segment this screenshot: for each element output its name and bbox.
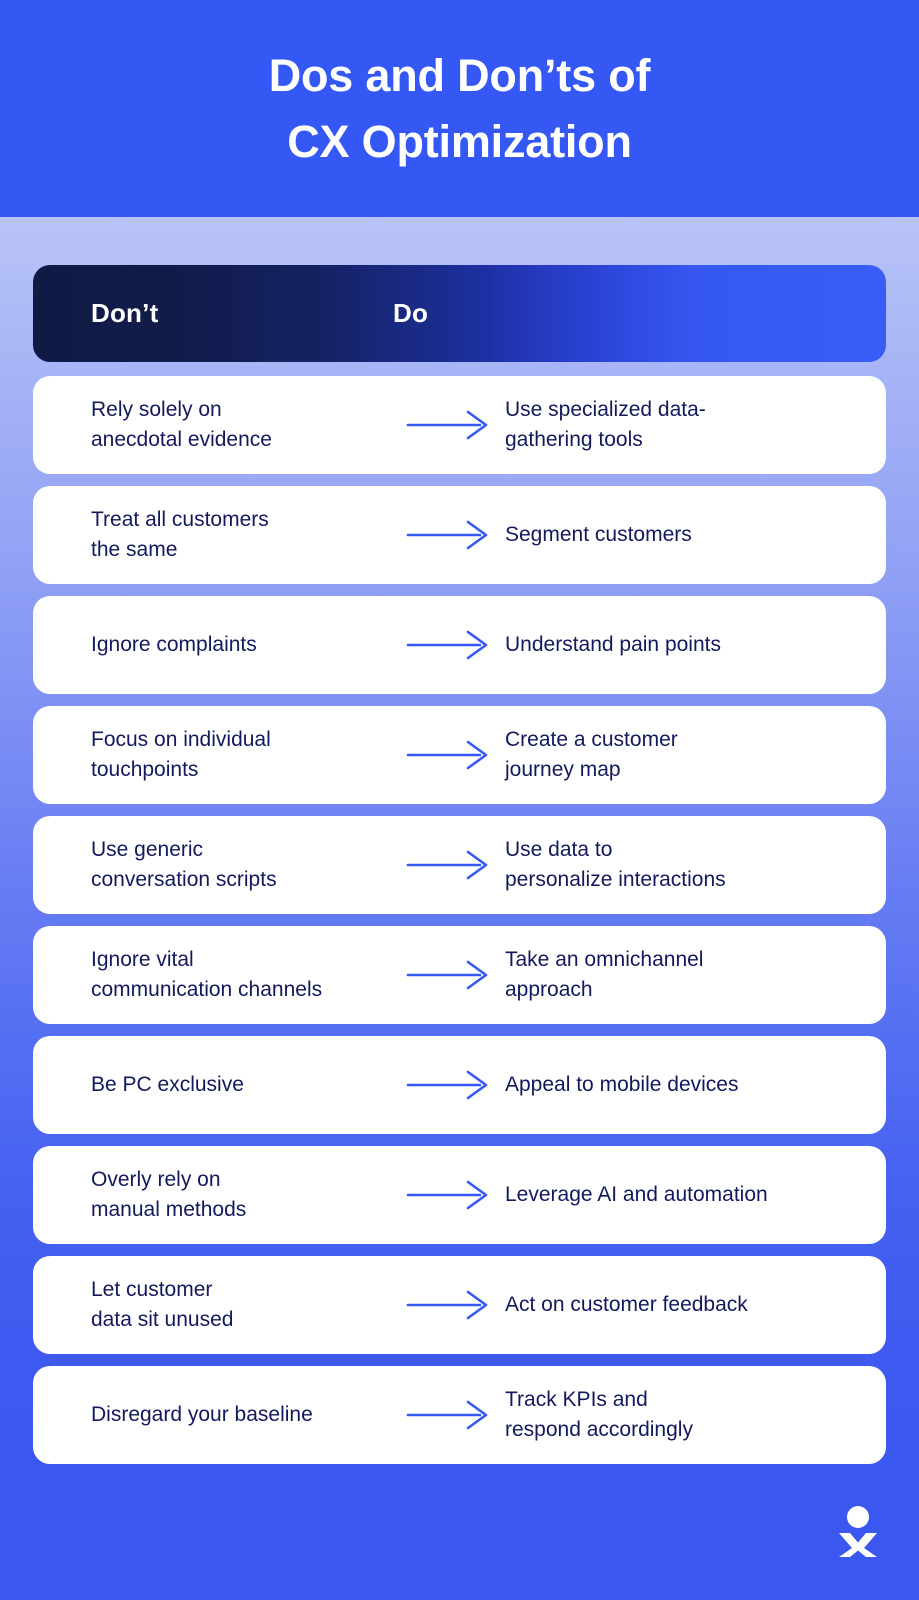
cell-do: Track KPIs and respond accordingly [505, 1387, 693, 1441]
cell-do: Act on customer feedback [505, 1292, 748, 1316]
cell-dont: Overly rely on manual methods [91, 1167, 247, 1221]
arrow-right-icon [393, 738, 505, 772]
cell-dont: Rely solely on anecdotal evidence [91, 397, 272, 451]
table-row: Ignore complaints Understand pain points [33, 596, 886, 694]
cell-do: Segment customers [505, 522, 692, 546]
arrow-right-icon [393, 1068, 505, 1102]
infographic-root: Dos and Don’ts of CX Optimization Don’t … [0, 0, 919, 1600]
table-row: Focus on individual touchpoints Create a c… [33, 706, 886, 804]
table-rows: Rely solely on anecdotal evidence Use spec… [33, 376, 886, 1464]
arrow-right-icon [393, 958, 505, 992]
page-title: Dos and Don’ts of CX Optimization [269, 43, 651, 174]
table-row: Ignore vital communication channels Take a… [33, 926, 886, 1024]
cell-dont: Ignore vital communication channels [91, 947, 323, 1001]
cell-do: Use specialized data-gathering tools [505, 397, 706, 451]
cell-do: Use data to personalize interactions [505, 837, 726, 891]
table-row: Be PC exclusive Appeal to mobile devices [33, 1036, 886, 1134]
arrow-right-icon [393, 848, 505, 882]
table-row: Use generic conversation scripts Use data … [33, 816, 886, 914]
arrow-right-icon [393, 518, 505, 552]
cell-do: Appeal to mobile devices [505, 1072, 739, 1096]
cell-do: Take an omnichannel approach [505, 947, 704, 1001]
comparison-table: Don’t Do Rely solely on anecdotal evidenc… [33, 265, 886, 1476]
cell-do: Leverage AI and automation [505, 1182, 768, 1206]
column-header-do: Do [393, 297, 429, 328]
cell-dont: Focus on individual touchpoints [91, 727, 271, 781]
cell-dont: Let customer data sit unused [91, 1277, 234, 1331]
table-header-row: Don’t Do [33, 265, 886, 362]
page-title-line-2: CX Optimization [287, 115, 632, 167]
arrow-right-icon [393, 1398, 505, 1432]
cell-dont: Disregard your baseline [91, 1402, 313, 1426]
table-row: Overly rely on manual methods Leverage AI … [33, 1146, 886, 1244]
column-header-dont: Don’t [91, 297, 159, 328]
cell-dont: Use generic conversation scripts [91, 837, 277, 891]
arrow-right-icon [393, 1178, 505, 1212]
arrow-right-icon [393, 408, 505, 442]
header-banner: Dos and Don’ts of CX Optimization [0, 0, 919, 217]
arrow-right-icon [393, 628, 505, 662]
cell-dont: Treat all customers the same [91, 507, 269, 561]
table-row: Treat all customers the same Segment custo… [33, 486, 886, 584]
cell-dont: Ignore complaints [91, 632, 257, 656]
person-x-logo-icon [837, 1505, 879, 1557]
page-title-line-1: Dos and Don’ts of [268, 50, 651, 102]
cell-do: Create a customer journey map [505, 727, 678, 781]
table-row: Disregard your baseline Track KPIs and res… [33, 1366, 886, 1464]
cell-dont: Be PC exclusive [91, 1072, 244, 1096]
arrow-right-icon [393, 1288, 505, 1322]
cell-do: Understand pain points [505, 632, 721, 656]
table-row: Rely solely on anecdotal evidence Use spec… [33, 376, 886, 474]
table-row: Let customer data sit unused Act on custom… [33, 1256, 886, 1354]
